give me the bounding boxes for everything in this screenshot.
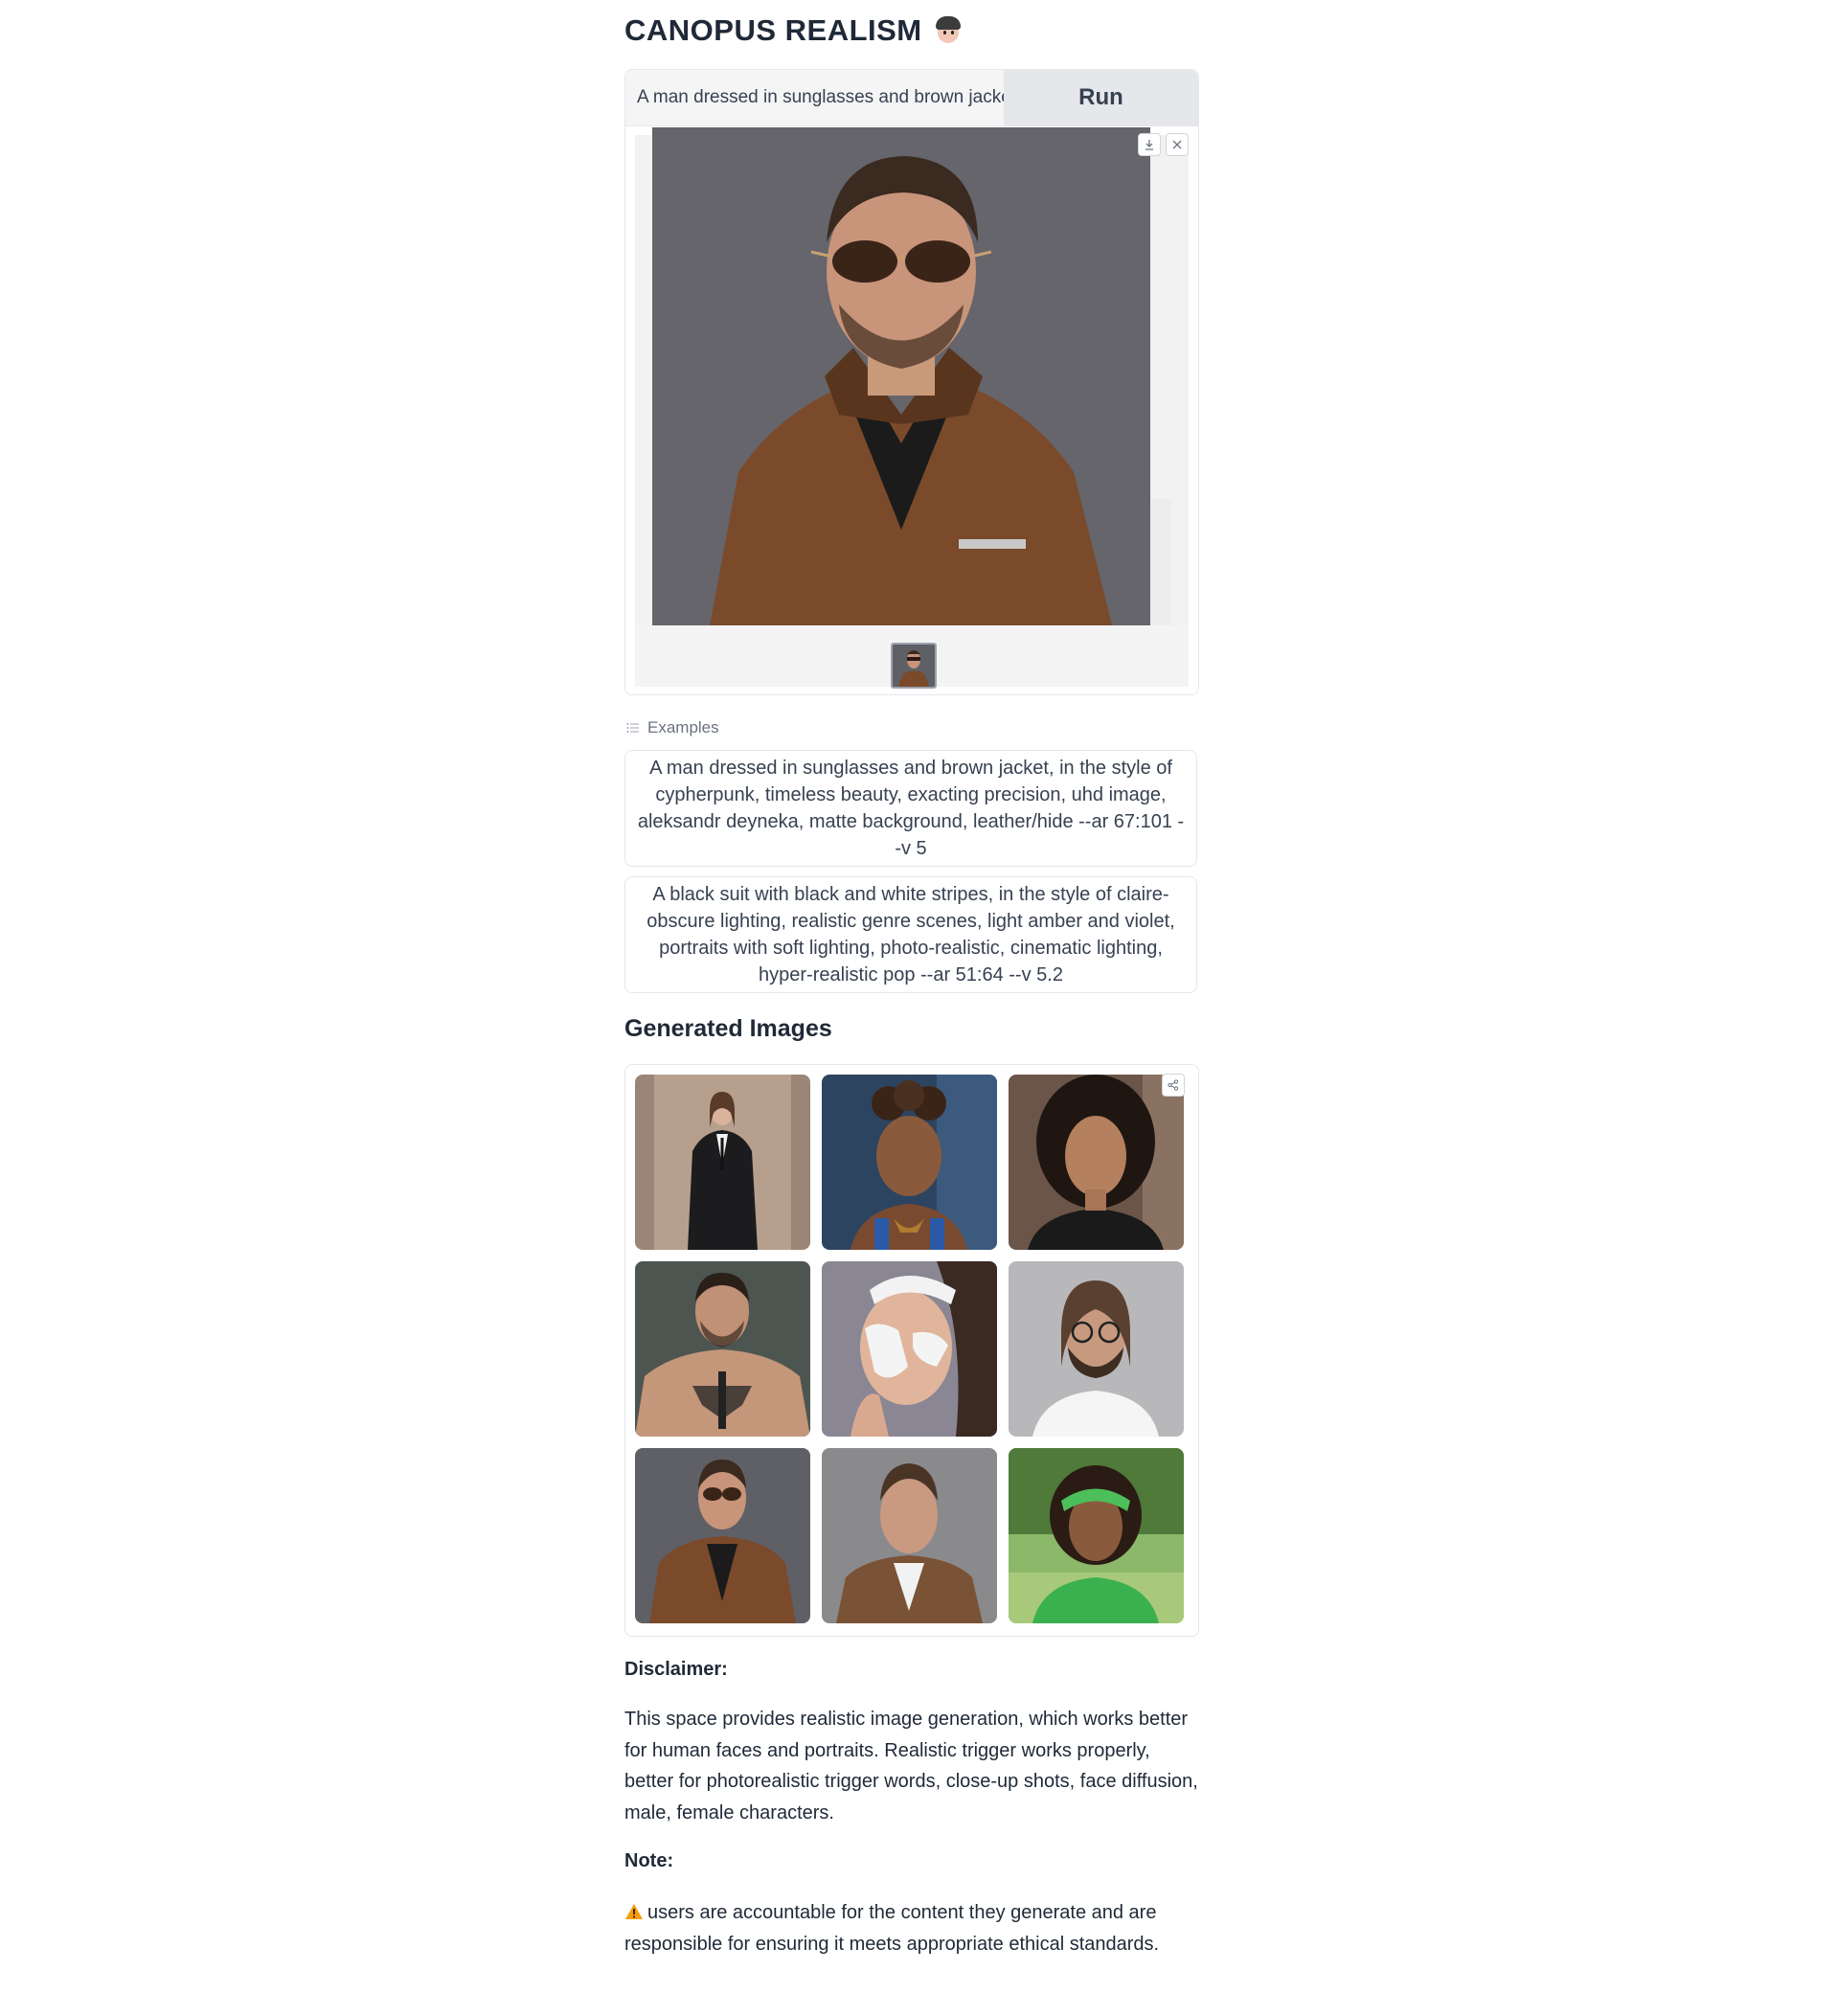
prompt-input[interactable]: A man dressed in sunglasses and brown ja… [625, 70, 1004, 125]
result-thumbnail[interactable] [891, 643, 937, 689]
generation-panel: A man dressed in sunglasses and brown ja… [624, 69, 1199, 695]
note-paragraph: users are accountable for the content th… [624, 1897, 1199, 1959]
woman-curly-hair-image [1009, 1075, 1184, 1250]
note-heading: Note: [624, 1850, 674, 1871]
man-sunglasses-jacket-image [652, 127, 1150, 625]
list-icon [626, 723, 639, 733]
generated-image-tile[interactable] [635, 1448, 810, 1623]
disclaimer-text: This space provides realistic image gene… [624, 1709, 1198, 1823]
disclaimer-heading: Disclaimer: [624, 1659, 728, 1680]
woman-black-suit-image [635, 1075, 810, 1250]
examples-label-text: Examples [647, 718, 719, 736]
generated-image-tile[interactable] [1009, 1075, 1184, 1250]
tattooed-man-image [635, 1261, 810, 1437]
examples-label: Examples [626, 718, 719, 737]
face-emoji-icon [934, 16, 963, 45]
man-glasses-beard-image [1009, 1261, 1184, 1437]
generated-image-tile[interactable] [822, 1261, 997, 1437]
example-item[interactable]: A black suit with black and white stripe… [624, 876, 1197, 993]
generated-image-tile[interactable] [1009, 1261, 1184, 1437]
generated-image-tile[interactable] [1009, 1448, 1184, 1623]
generated-images-heading: Generated Images [624, 1015, 832, 1042]
prompt-row: A man dressed in sunglasses and brown ja… [625, 70, 1198, 126]
woman-curly-updo-image [822, 1075, 997, 1250]
note-text: users are accountable for the content th… [624, 1902, 1160, 1955]
close-icon [1172, 140, 1182, 149]
woman-face-mask-image [822, 1261, 997, 1437]
main-result-image[interactable] [652, 127, 1150, 625]
download-button[interactable] [1138, 133, 1161, 156]
warning-icon [625, 1904, 643, 1919]
generated-image-tile[interactable] [822, 1448, 997, 1623]
generated-image-tile[interactable] [822, 1075, 997, 1250]
page-title-text: CANOPUS REALISM [624, 13, 922, 47]
download-icon [1145, 140, 1153, 150]
generated-image-tile[interactable] [635, 1261, 810, 1437]
page-title: CANOPUS REALISM [624, 13, 963, 48]
share-button[interactable] [1162, 1074, 1185, 1097]
close-button[interactable] [1166, 133, 1189, 156]
run-button[interactable]: Run [1004, 70, 1198, 125]
generated-image-tile[interactable] [635, 1075, 810, 1250]
woman-green-headband-park-image [1009, 1448, 1184, 1623]
example-item[interactable]: A man dressed in sunglasses and brown ja… [624, 750, 1197, 867]
share-icon [1168, 1079, 1179, 1091]
man-brown-blazer-image [822, 1448, 997, 1623]
man-sunglasses-leather-jacket-image [635, 1448, 810, 1623]
